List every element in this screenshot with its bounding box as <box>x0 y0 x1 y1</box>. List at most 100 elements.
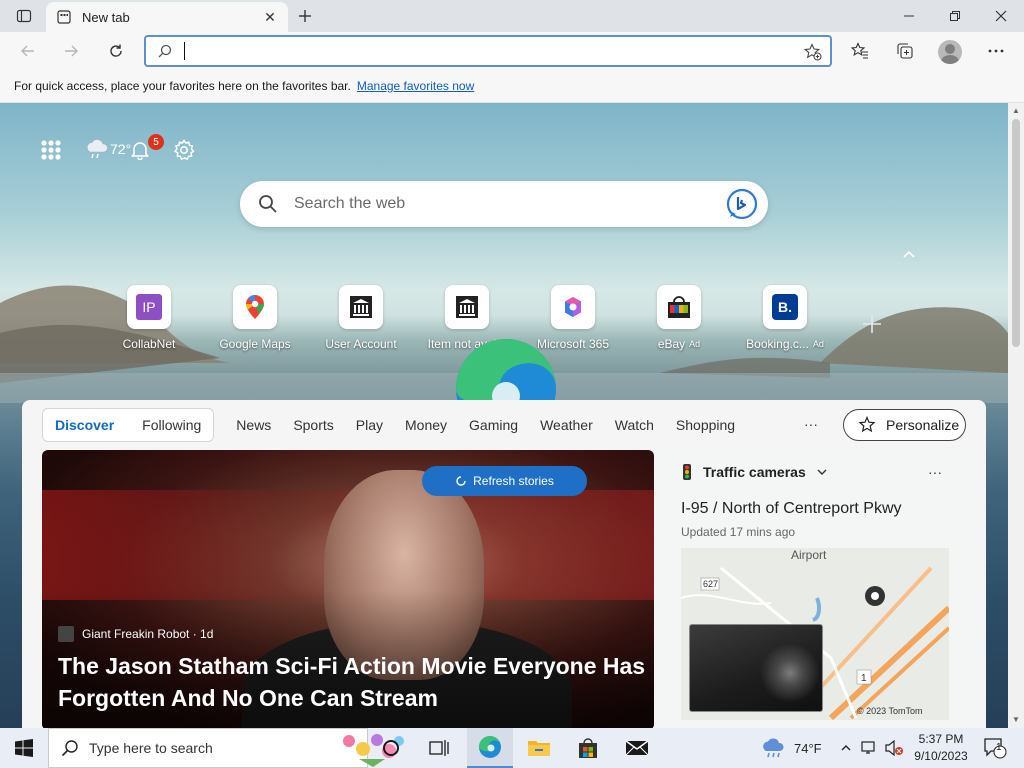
personalize-button[interactable]: Personalize <box>843 409 966 441</box>
ebay-bag-icon <box>668 296 690 318</box>
address-bar[interactable] <box>144 35 832 67</box>
collections-button[interactable] <box>891 37 919 65</box>
close-window-button[interactable] <box>978 0 1024 32</box>
camera-light-glare <box>760 643 820 703</box>
map-copyright: © 2023 TomTom <box>857 706 923 716</box>
publisher-logo-icon <box>58 626 74 642</box>
add-quick-link-button[interactable] <box>862 310 882 341</box>
task-view-button[interactable] <box>416 728 462 768</box>
quick-link-ebay[interactable]: eBay Ad <box>626 285 732 351</box>
restore-icon <box>950 11 960 21</box>
nav-money[interactable]: Money <box>405 417 447 433</box>
card-more-button[interactable]: ··· <box>928 464 942 480</box>
browser-toolbar <box>0 32 1024 70</box>
scroll-down-icon[interactable]: ▼ <box>1008 712 1024 726</box>
apps-grid-icon <box>41 140 61 160</box>
clock[interactable]: 5:37 PM 9/10/2023 <box>906 731 976 765</box>
profile-avatar[interactable] <box>938 40 962 64</box>
web-search-box[interactable]: Search the web <box>240 181 768 227</box>
favorites-icon <box>851 42 868 59</box>
nav-shopping[interactable]: Shopping <box>676 417 735 433</box>
taskbar-mail-button[interactable] <box>614 728 660 768</box>
traffic-location: I-95 / North of Centreport Pkwy <box>681 500 902 517</box>
nav-sports[interactable]: Sports <box>293 417 333 433</box>
quick-link-collabnet[interactable]: IP CollabNet <box>96 285 202 351</box>
page-settings-button[interactable] <box>173 139 195 166</box>
notification-icon <box>984 738 1007 759</box>
restore-button[interactable] <box>932 0 978 32</box>
tab-new-tab[interactable]: New tab ✕ <box>46 2 288 32</box>
nav-weather[interactable]: Weather <box>540 417 593 433</box>
scrollbar-thumb[interactable] <box>1012 119 1020 347</box>
notifications-button[interactable] <box>130 140 150 165</box>
text-caret <box>184 42 185 60</box>
new-tab-favicon-icon <box>56 9 72 25</box>
action-center-button[interactable]: 1 <box>983 728 1007 768</box>
favorites-button[interactable] <box>846 37 874 65</box>
story-source-label: Giant Freakin Robot · 1d <box>82 627 214 641</box>
scroll-up-icon[interactable]: ▲ <box>1008 103 1024 117</box>
quick-link-google-maps[interactable]: Google Maps <box>202 285 308 351</box>
quick-link-microsoft-365[interactable]: Microsoft 365 <box>520 285 626 351</box>
ad-label: Ad <box>812 339 824 349</box>
title-bar: New tab ✕ <box>0 0 1024 32</box>
feed-mode-toggle: Discover Following <box>42 408 215 442</box>
mail-icon <box>625 740 649 756</box>
nav-gaming[interactable]: Gaming <box>469 417 518 433</box>
chevron-up-icon <box>841 745 851 751</box>
page-scrollbar[interactable]: ▲ ▼ <box>1008 103 1024 728</box>
tab-following[interactable]: Following <box>142 417 201 433</box>
manage-favorites-link[interactable]: Manage favorites now <box>357 79 474 93</box>
traffic-map[interactable]: 627 1 Airport © 2023 TomTom <box>681 548 949 720</box>
minimize-button[interactable] <box>886 0 932 32</box>
tab-actions-button[interactable] <box>8 4 40 28</box>
traffic-camera-thumbnail[interactable] <box>689 624 823 712</box>
settings-menu-button[interactable] <box>982 37 1010 65</box>
nav-news[interactable]: News <box>236 417 271 433</box>
add-favorite-button[interactable] <box>803 43 822 66</box>
personalize-label: Personalize <box>886 417 960 433</box>
taskbar-search-box[interactable]: Type here to search <box>48 728 404 768</box>
weather-widget[interactable]: 72° <box>84 138 131 160</box>
taskbar-file-explorer-button[interactable] <box>516 728 562 768</box>
tab-discover[interactable]: Discover <box>55 417 114 433</box>
refresh-button[interactable] <box>102 37 130 65</box>
apps-launcher-button[interactable] <box>40 136 62 164</box>
start-button[interactable] <box>0 728 48 768</box>
network-button[interactable] <box>861 728 879 768</box>
show-hidden-icons-button[interactable] <box>840 728 852 768</box>
taskbar-edge-button[interactable] <box>467 728 513 768</box>
cortana-button[interactable] <box>368 728 414 768</box>
traffic-card-header[interactable]: Traffic cameras <box>681 464 828 480</box>
refresh-icon <box>110 44 122 57</box>
hero-story[interactable]: Refresh stories Giant Freakin Robot · 1d… <box>42 450 654 730</box>
nav-play[interactable]: Play <box>356 417 383 433</box>
collabnet-tile: IP <box>127 285 171 329</box>
volume-button[interactable] <box>884 728 904 768</box>
story-headline[interactable]: The Jason Statham Sci-Fi Action Movie Ev… <box>58 650 648 714</box>
forward-button[interactable] <box>57 37 85 65</box>
quick-link-user-account[interactable]: User Account <box>308 285 414 351</box>
star-add-icon <box>803 43 822 61</box>
close-icon <box>995 10 1007 22</box>
favorites-prompt: For quick access, place your favorites h… <box>14 79 351 93</box>
traffic-updated: Updated 17 mins ago <box>681 525 796 539</box>
collapse-quick-links-icon[interactable] <box>902 246 916 262</box>
more-topics-button[interactable]: ··· <box>804 416 818 432</box>
quick-link-booking[interactable]: B. Booking.c... Ad <box>732 285 838 351</box>
back-button[interactable] <box>14 37 42 65</box>
quick-link-label: CollabNet <box>122 337 176 351</box>
nav-watch[interactable]: Watch <box>615 417 654 433</box>
taskbar-store-button[interactable] <box>565 728 611 768</box>
taskbar: Type here to search 74°F 5:37 PM 9/10/20… <box>0 728 1024 768</box>
notification-count: 1 <box>996 742 1002 753</box>
clock-time: 5:37 PM <box>918 732 964 746</box>
bing-chat-button[interactable] <box>726 188 758 220</box>
taskbar-weather[interactable]: 74°F <box>760 728 822 768</box>
tab-close-icon[interactable]: ✕ <box>262 9 278 25</box>
new-tab-button[interactable] <box>292 4 318 28</box>
refresh-stories-button[interactable]: Refresh stories <box>422 466 587 496</box>
clock-date: 9/10/2023 <box>914 749 968 763</box>
cloud-rain-icon <box>86 139 108 159</box>
quick-link-label: Microsoft 365 <box>536 337 610 351</box>
